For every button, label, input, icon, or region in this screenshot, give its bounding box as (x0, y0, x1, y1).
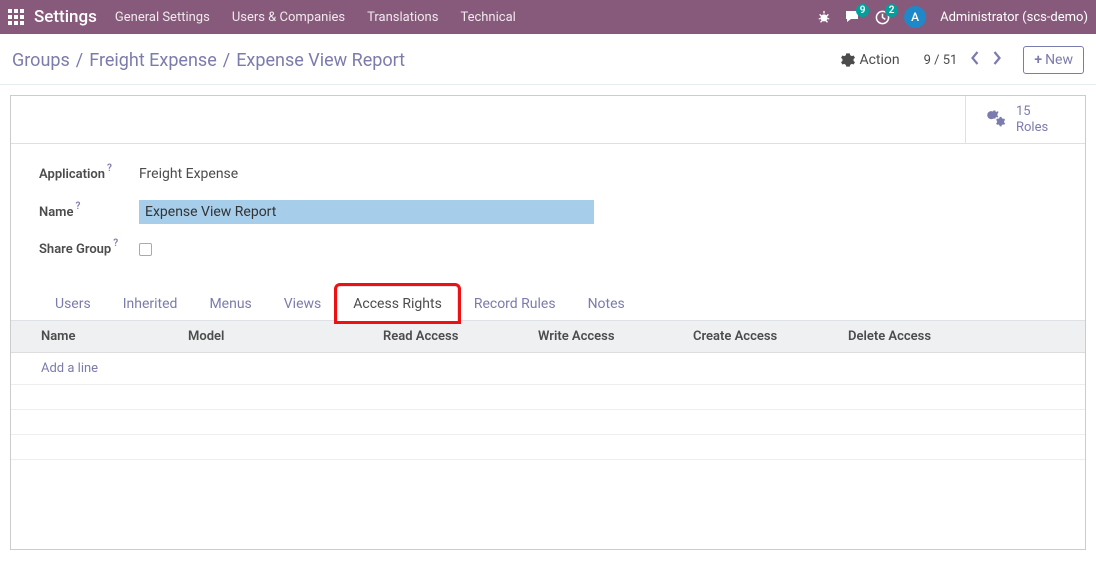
debug-icon[interactable] (817, 10, 831, 24)
col-write[interactable]: Write Access (526, 321, 681, 353)
menu-users-companies[interactable]: Users & Companies (232, 10, 345, 25)
apps-icon[interactable] (8, 9, 24, 25)
name-field[interactable]: Expense View Report (139, 200, 594, 224)
menu-technical[interactable]: Technical (460, 10, 515, 25)
table-header-row: Name Model Read Access Write Access Crea… (11, 321, 1085, 353)
access-rights-list: Name Model Read Access Write Access Crea… (11, 320, 1085, 460)
tab-menus[interactable]: Menus (193, 286, 267, 321)
name-label: Name? (39, 205, 139, 220)
app-name[interactable]: Settings (34, 7, 97, 27)
breadcrumb-sep: / (223, 50, 230, 71)
col-model[interactable]: Model (176, 321, 371, 353)
top-navbar: Settings General Settings Users & Compan… (0, 0, 1096, 34)
table-row (11, 435, 1085, 460)
tabs: Users Inherited Menus Views Access Right… (11, 285, 1085, 320)
top-menu: General Settings Users & Companies Trans… (115, 10, 516, 25)
topbar-right: 9 2 A Administrator (scs-demo) (817, 6, 1088, 28)
col-name[interactable]: Name (11, 321, 176, 353)
breadcrumb-parent[interactable]: Freight Expense (89, 50, 217, 71)
application-label: Application? (39, 167, 139, 182)
add-line-button[interactable]: Add a line (41, 361, 98, 376)
gears-icon (984, 107, 1006, 133)
activities-badge: 2 (885, 4, 898, 17)
tab-notes[interactable]: Notes (572, 286, 641, 321)
help-icon[interactable]: ? (75, 201, 80, 212)
messages-icon[interactable]: 9 (845, 10, 861, 24)
breadcrumb: Groups / Freight Expense / Expense View … (12, 50, 405, 71)
share-group-label: Share Group? (39, 242, 139, 257)
tab-views[interactable]: Views (268, 286, 338, 321)
new-label: New (1045, 52, 1073, 68)
breadcrumb-sep: / (76, 50, 83, 71)
menu-general-settings[interactable]: General Settings (115, 10, 210, 25)
messages-badge: 9 (856, 4, 869, 17)
pager-prev[interactable] (967, 49, 984, 71)
tab-access-rights[interactable]: Access Rights (337, 286, 458, 321)
control-bar: Groups / Freight Expense / Expense View … (0, 34, 1096, 85)
table-row (11, 410, 1085, 435)
avatar[interactable]: A (904, 6, 926, 28)
application-value[interactable]: Freight Expense (139, 166, 238, 182)
action-label: Action (859, 52, 899, 68)
menu-translations[interactable]: Translations (367, 10, 438, 25)
breadcrumb-root[interactable]: Groups (12, 50, 70, 71)
tab-record-rules[interactable]: Record Rules (458, 286, 572, 321)
breadcrumb-current: Expense View Report (236, 50, 405, 71)
pager: 9 / 51 (924, 49, 1006, 71)
help-icon[interactable]: ? (113, 238, 118, 249)
col-delete[interactable]: Delete Access (836, 321, 991, 353)
pager-text[interactable]: 9 / 51 (924, 53, 958, 68)
stat-roles-count: 15 (1016, 104, 1048, 120)
col-read[interactable]: Read Access (371, 321, 526, 353)
action-dropdown[interactable]: Action (841, 52, 899, 68)
plus-icon: + (1034, 52, 1042, 68)
col-trash (991, 321, 1085, 353)
form-sheet: 15 Roles Application? Freight Expense Na… (10, 95, 1086, 550)
new-button[interactable]: + New (1023, 46, 1084, 74)
col-create[interactable]: Create Access (681, 321, 836, 353)
table-row (11, 385, 1085, 410)
tab-users[interactable]: Users (39, 286, 107, 321)
pager-next[interactable] (988, 49, 1005, 71)
activities-icon[interactable]: 2 (875, 10, 890, 25)
stat-roles-label: Roles (1016, 120, 1048, 136)
stat-bar: 15 Roles (11, 96, 1085, 144)
tab-inherited[interactable]: Inherited (107, 286, 194, 321)
stat-roles-button[interactable]: 15 Roles (965, 96, 1085, 143)
username[interactable]: Administrator (scs-demo) (940, 10, 1088, 25)
table-row: Add a line (11, 353, 1085, 385)
form-body: Application? Freight Expense Name? Expen… (11, 144, 1085, 285)
share-group-checkbox[interactable] (139, 243, 152, 256)
help-icon[interactable]: ? (107, 163, 112, 174)
